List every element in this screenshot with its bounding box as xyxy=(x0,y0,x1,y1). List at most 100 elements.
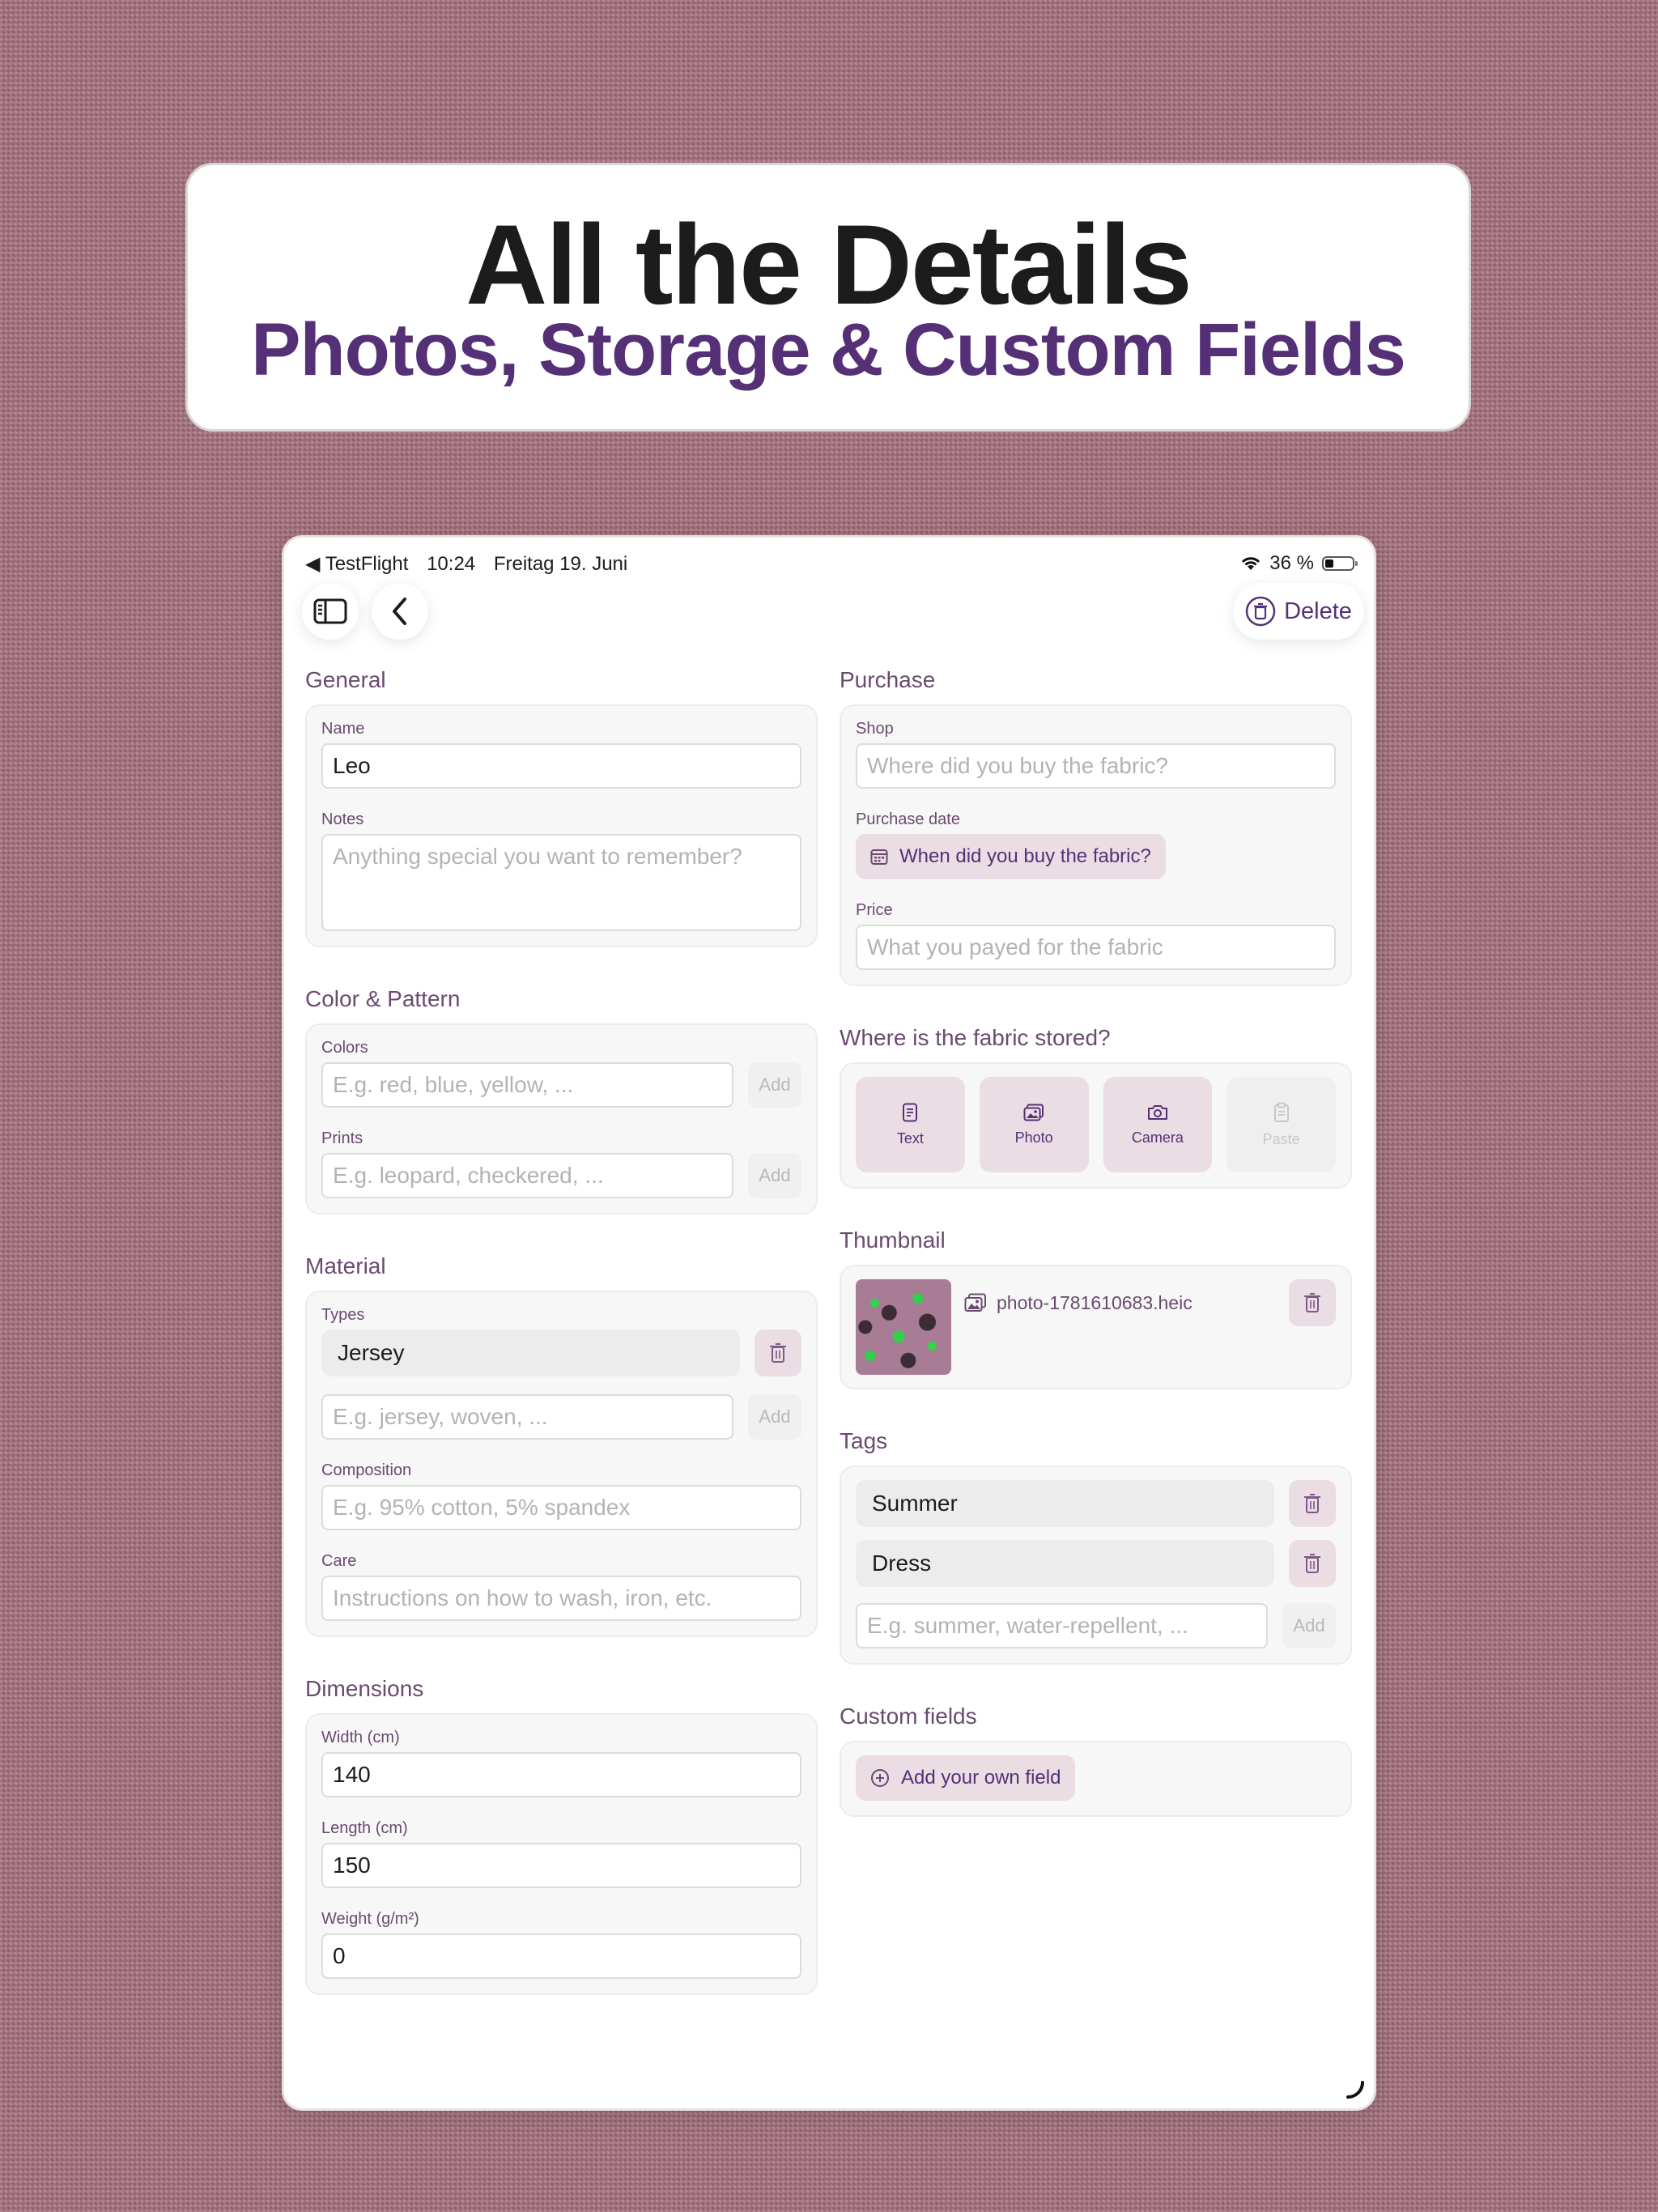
tags-card: Summer Dress E.g. summer, water-repellen… xyxy=(840,1465,1352,1665)
tag-chip: Dress xyxy=(856,1540,1274,1587)
banner-subtitle: Photos, Storage & Custom Fields xyxy=(251,308,1406,391)
prints-input[interactable]: E.g. leopard, checkered, ... xyxy=(321,1153,733,1198)
notes-field[interactable]: Anything special you want to remember? xyxy=(321,834,801,931)
section-title-thumbnail: Thumbnail xyxy=(840,1227,946,1253)
name-field[interactable]: Leo xyxy=(321,743,801,789)
battery-icon xyxy=(1322,556,1358,571)
document-icon xyxy=(902,1103,918,1122)
care-label: Care xyxy=(321,1552,357,1570)
prints-label: Prints xyxy=(321,1129,363,1147)
section-title-purchase: Purchase xyxy=(840,667,936,692)
composition-input[interactable]: E.g. 95% cotton, 5% spandex xyxy=(321,1485,801,1530)
status-bar: ◀ TestFlight 10:24 Freitag 19. Juni 36 % xyxy=(287,541,1371,576)
chevron-left-icon xyxy=(391,597,409,626)
types-label: Types xyxy=(321,1306,365,1324)
weight-input[interactable]: 0 xyxy=(321,1933,801,1979)
delete-thumbnail-button[interactable] xyxy=(1289,1279,1336,1326)
shop-label: Shop xyxy=(856,720,894,738)
trash-icon xyxy=(768,1342,788,1364)
section-title-dimensions: Dimensions xyxy=(305,1676,424,1701)
storage-text-button[interactable]: Text xyxy=(856,1077,965,1172)
trash-icon xyxy=(1303,1291,1322,1314)
delete-tag-button[interactable] xyxy=(1289,1480,1336,1527)
battery-percentage: 36 % xyxy=(1269,552,1314,574)
storage-paste-label: Paste xyxy=(1262,1130,1300,1147)
tag-chip: Summer xyxy=(856,1480,1274,1527)
status-time: 10:24 xyxy=(427,553,476,575)
storage-photo-label: Photo xyxy=(1014,1129,1053,1146)
custom-fields-card: Add your own field xyxy=(840,1741,1352,1817)
delete-label: Delete xyxy=(1284,598,1352,624)
banner-title: All the Details xyxy=(466,201,1192,328)
sidebar-icon xyxy=(313,598,347,624)
trash-icon xyxy=(1303,1552,1322,1575)
add-custom-field-label: Add your own field xyxy=(901,1767,1061,1789)
delete-button[interactable]: Delete xyxy=(1233,583,1364,640)
length-label: Length (cm) xyxy=(321,1819,408,1837)
sidebar-toggle-button[interactable] xyxy=(302,583,359,640)
colors-label: Colors xyxy=(321,1039,368,1057)
thumbnail-file: photo-1781610683.heic xyxy=(964,1279,1276,1326)
add-type-button[interactable]: Add xyxy=(748,1394,801,1440)
trash-icon xyxy=(1303,1492,1322,1515)
length-input[interactable]: 150 xyxy=(321,1843,801,1888)
width-input[interactable]: 140 xyxy=(321,1752,801,1797)
price-label: Price xyxy=(856,901,893,919)
thumbnail-card: photo-1781610683.heic xyxy=(840,1265,1352,1389)
thumbnail-image[interactable] xyxy=(856,1279,951,1375)
add-tag-button[interactable]: Add xyxy=(1282,1603,1336,1648)
wifi-icon xyxy=(1240,555,1261,572)
material-card: Types Jersey E.g. jersey, woven, ... Add… xyxy=(305,1291,818,1637)
photo-file-icon xyxy=(964,1293,987,1312)
storage-text-label: Text xyxy=(896,1129,924,1146)
colors-input[interactable]: E.g. red, blue, yellow, ... xyxy=(321,1062,733,1108)
add-custom-field-button[interactable]: Add your own field xyxy=(856,1755,1076,1801)
color-pattern-card: Colors E.g. red, blue, yellow, ... Add P… xyxy=(305,1023,818,1214)
storage-camera-button[interactable]: Camera xyxy=(1103,1077,1213,1172)
storage-paste-button[interactable]: Paste xyxy=(1226,1077,1336,1172)
left-column: General Name Leo Notes Anything special … xyxy=(305,667,818,2034)
promo-banner: All the Details Photos, Storage & Custom… xyxy=(185,163,1471,432)
tags-input[interactable]: E.g. summer, water-repellent, ... xyxy=(856,1603,1268,1648)
resize-corner-handle[interactable] xyxy=(1345,2079,1366,2100)
general-card: Name Leo Notes Anything special you want… xyxy=(305,704,818,947)
delete-tag-button[interactable] xyxy=(1289,1540,1336,1587)
purchase-card: Shop Where did you buy the fabric? Purch… xyxy=(840,704,1352,986)
purchase-date-label: Purchase date xyxy=(856,810,960,828)
shop-input[interactable]: Where did you buy the fabric? xyxy=(856,743,1336,789)
section-title-custom-fields: Custom fields xyxy=(840,1704,977,1729)
storage-photo-button[interactable]: Photo xyxy=(979,1077,1089,1172)
purchase-date-button[interactable]: When did you buy the fabric? xyxy=(856,834,1166,879)
care-input[interactable]: Instructions on how to wash, iron, etc. xyxy=(321,1576,801,1621)
section-title-storage: Where is the fabric stored? xyxy=(840,1025,1111,1050)
section-title-general: General xyxy=(305,667,386,692)
section-title-color-pattern: Color & Pattern xyxy=(305,986,461,1011)
status-date: Freitag 19. Juni xyxy=(493,553,628,575)
add-color-button[interactable]: Add xyxy=(748,1062,801,1108)
width-label: Width (cm) xyxy=(321,1729,400,1746)
storage-camera-label: Camera xyxy=(1131,1129,1184,1146)
delete-type-button[interactable] xyxy=(755,1329,801,1376)
section-title-tags: Tags xyxy=(840,1428,888,1453)
dimensions-card: Width (cm) 140 Length (cm) 150 Weight (g… xyxy=(305,1713,818,1995)
add-print-button[interactable]: Add xyxy=(748,1153,801,1198)
back-button[interactable] xyxy=(372,583,428,640)
right-column: Purchase Shop Where did you buy the fabr… xyxy=(840,667,1352,1856)
purchase-date-label-text: When did you buy the fabric? xyxy=(899,845,1151,867)
type-chip: Jersey xyxy=(321,1329,740,1376)
name-label: Name xyxy=(321,720,365,738)
calendar-icon xyxy=(870,848,888,866)
plus-circle-icon xyxy=(870,1768,890,1788)
ipad-screen: ◀ TestFlight 10:24 Freitag 19. Juni 36 %… xyxy=(284,538,1374,2108)
back-to-app-link[interactable]: ◀ TestFlight xyxy=(305,553,408,575)
section-title-material: Material xyxy=(305,1253,386,1278)
photo-icon xyxy=(1023,1104,1044,1121)
weight-label: Weight (g/m²) xyxy=(321,1910,419,1928)
composition-label: Composition xyxy=(321,1461,412,1479)
price-input[interactable]: What you payed for the fabric xyxy=(856,925,1336,970)
thumbnail-filename: photo-1781610683.heic xyxy=(997,1291,1192,1313)
trash-circle-icon xyxy=(1245,596,1276,627)
types-input[interactable]: E.g. jersey, woven, ... xyxy=(321,1394,733,1440)
storage-card: Text Photo Camera Paste xyxy=(840,1062,1352,1189)
clipboard-icon xyxy=(1273,1102,1290,1123)
